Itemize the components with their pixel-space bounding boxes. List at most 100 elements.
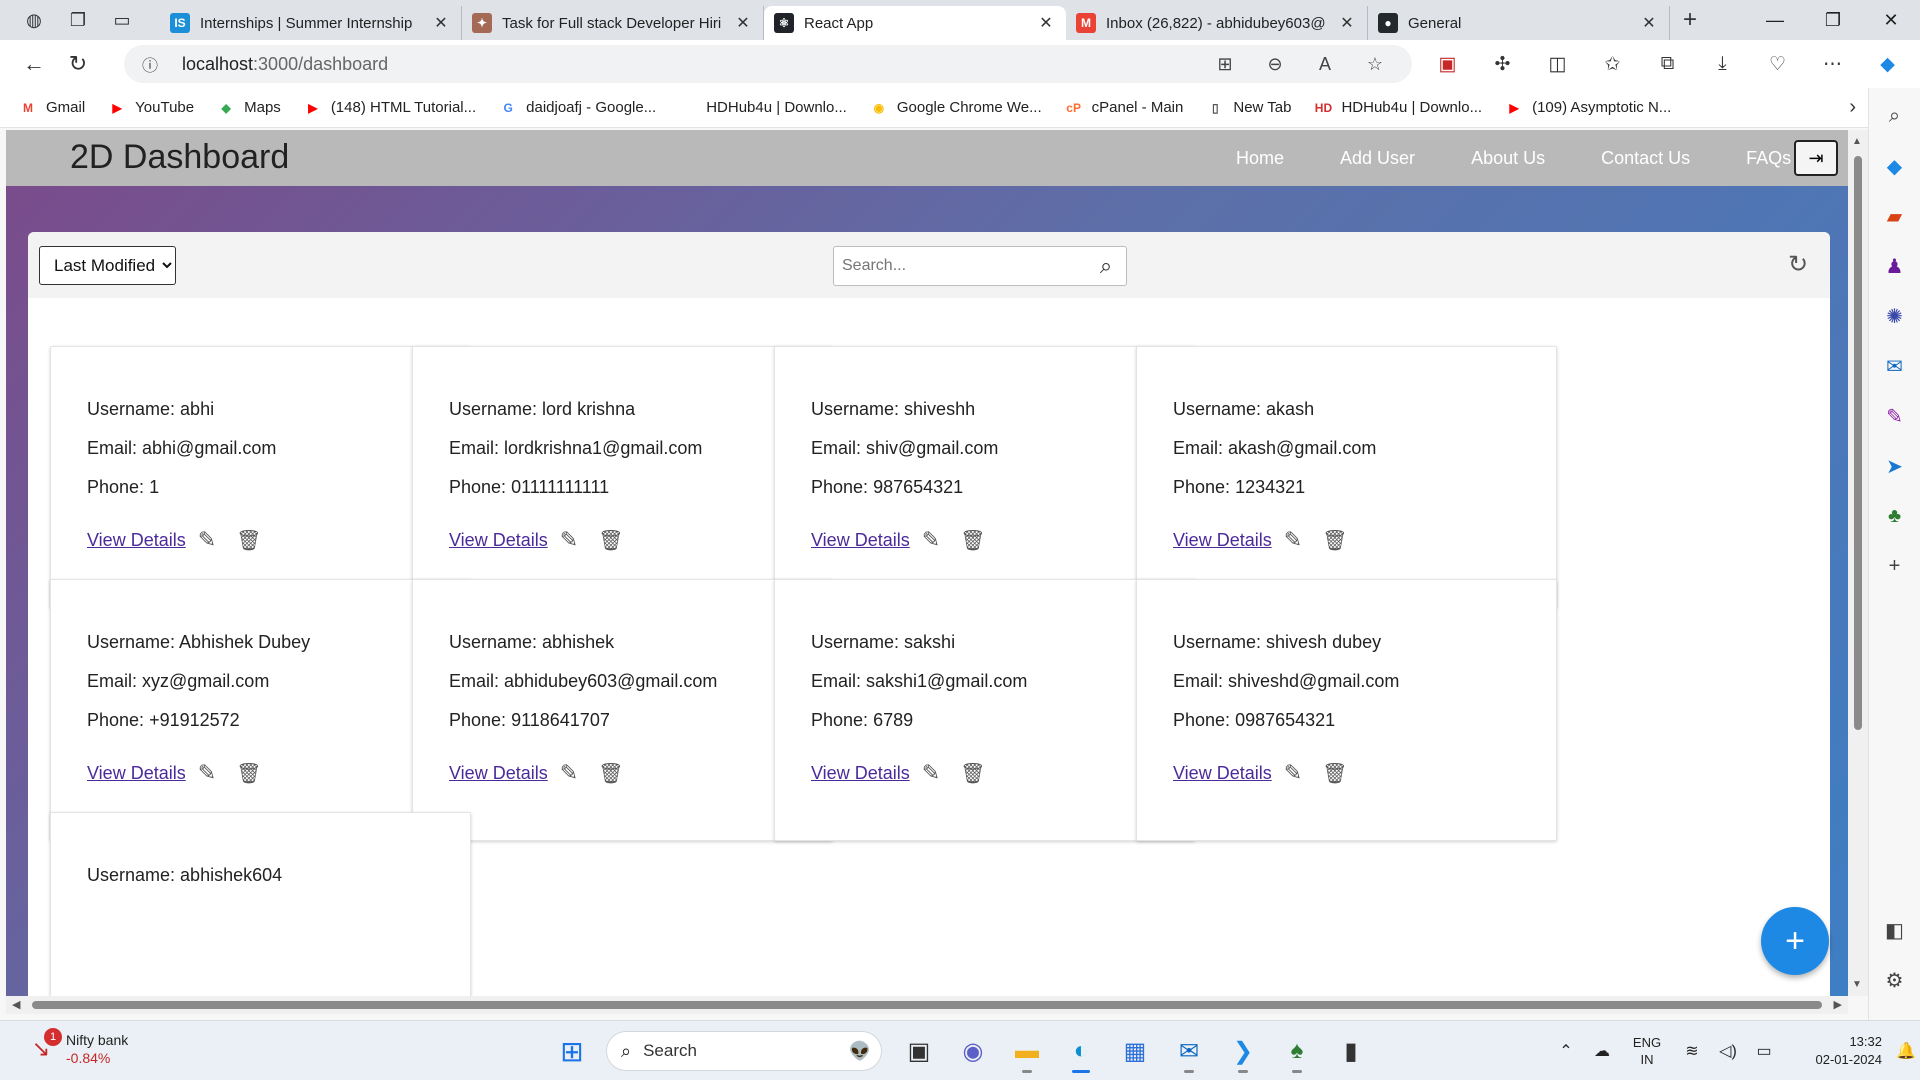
minimize-icon[interactable]: — [1746, 0, 1804, 40]
browser-tab[interactable]: ⚛ React App ✕ [764, 6, 1066, 40]
delete-trash-icon[interactable]: 🗑 [1322, 761, 1347, 786]
profile-avatar-icon[interactable]: ◍ [12, 4, 56, 36]
horizontal-scroll-thumb[interactable] [32, 1001, 1822, 1009]
sidebar-tree-icon[interactable]: ♣ [1879, 500, 1911, 532]
browser-tab[interactable]: IS Internships | Summer Internship ✕ [160, 6, 462, 40]
sidebar-settings-icon[interactable]: ⚙ [1879, 964, 1911, 996]
sidebar-designer-icon[interactable]: ✎ [1879, 400, 1911, 432]
edit-pencil-icon[interactable]: ✎ [198, 760, 216, 786]
back-icon[interactable]: ← [12, 44, 56, 84]
teams-chat-icon[interactable]: ◉ [946, 1029, 1000, 1073]
app-available-icon[interactable]: ⊞ [1200, 54, 1250, 75]
nav-add-user[interactable]: Add User [1340, 148, 1415, 169]
sort-select[interactable]: Last Modified [39, 246, 176, 285]
view-details-link[interactable]: View Details [449, 763, 548, 784]
view-details-link[interactable]: View Details [811, 763, 910, 784]
sidebar-send-icon[interactable]: ➤ [1879, 450, 1911, 482]
tab-close-icon[interactable]: ✕ [1639, 13, 1659, 33]
edit-pencil-icon[interactable]: ✎ [922, 760, 940, 786]
microsoft-store-icon[interactable]: ▦ [1108, 1029, 1162, 1073]
clock[interactable]: 13:32 02-01-2024 [1790, 1033, 1883, 1069]
browser-tab[interactable]: ✦ Task for Full stack Developer Hiri ✕ [462, 6, 764, 40]
delete-trash-icon[interactable]: 🗑 [960, 761, 985, 786]
site-info-icon[interactable]: ⓘ [142, 52, 166, 76]
view-details-link[interactable]: View Details [811, 530, 910, 551]
volume-icon[interactable]: ◁) [1710, 1041, 1746, 1061]
delete-trash-icon[interactable]: 🗑 [598, 761, 623, 786]
tab-actions-icon[interactable]: ▭ [100, 4, 144, 36]
nav-faqs[interactable]: FAQs [1746, 148, 1791, 169]
extension-red-icon[interactable]: ▣ [1420, 53, 1475, 76]
bookmark-item[interactable]: M Gmail [18, 99, 85, 116]
nav-contact-us[interactable]: Contact Us [1601, 148, 1690, 169]
battery-icon[interactable]: ▭ [1746, 1041, 1782, 1061]
bookmark-item[interactable]: Gdaidjoafj - Google... [498, 99, 656, 116]
task-view-icon[interactable]: ▣ [892, 1029, 946, 1073]
sidebar-games-icon[interactable]: ♟ [1879, 250, 1911, 282]
delete-trash-icon[interactable]: 🗑 [236, 528, 261, 553]
tab-close-icon[interactable]: ✕ [733, 13, 753, 33]
bookmark-item[interactable]: cP cPanel - Main [1064, 99, 1183, 116]
bookmarks-overflow-chevron-icon[interactable]: › [1849, 96, 1856, 119]
bookmark-item[interactable]: ▶ YouTube [107, 99, 195, 116]
scroll-down-arrow-icon[interactable]: ▼ [1852, 979, 1862, 990]
browser-tab[interactable]: ● General ✕ [1368, 6, 1670, 40]
app-brand[interactable]: 2D Dashboard [70, 138, 289, 177]
nav-home[interactable]: Home [1236, 148, 1284, 169]
downloads-icon[interactable]: ⤓ [1695, 53, 1750, 75]
scroll-up-arrow-icon[interactable]: ▲ [1852, 136, 1862, 147]
new-tab-button[interactable]: + [1670, 6, 1710, 34]
sidebar-outlook-icon[interactable]: ✉ [1879, 350, 1911, 382]
address-bar[interactable]: ⓘ localhost:3000/dashboard ⊞ ⊖ A ☆ [124, 45, 1412, 83]
stock-widget[interactable]: ↘ 1 Nifty bank -0.84% [24, 1028, 128, 1067]
language-indicator[interactable]: ENG IN [1620, 1034, 1674, 1068]
edit-pencil-icon[interactable]: ✎ [1284, 760, 1302, 786]
outlook-icon[interactable]: ✉ [1162, 1029, 1216, 1073]
sidebar-add-icon[interactable]: + [1879, 550, 1911, 582]
notification-bell-icon[interactable]: 🔔 [1888, 1041, 1920, 1061]
horizontal-scrollbar[interactable]: ◀ ▶ [6, 996, 1848, 1014]
tab-close-icon[interactable]: ✕ [1337, 13, 1357, 33]
terminal-icon[interactable]: ▮ [1324, 1029, 1378, 1073]
logout-button[interactable]: ⇥ [1794, 140, 1838, 176]
edit-pencil-icon[interactable]: ✎ [922, 527, 940, 553]
taskbar-search[interactable]: ⌕ Search 👽 [606, 1031, 882, 1071]
reload-icon[interactable]: ↻ [56, 44, 100, 84]
scroll-left-arrow-icon[interactable]: ◀ [12, 998, 20, 1011]
workspaces-icon[interactable]: ❐ [56, 4, 100, 36]
tab-close-icon[interactable]: ✕ [1036, 13, 1056, 33]
close-window-icon[interactable]: ✕ [1862, 0, 1920, 40]
sidebar-copilot-icon[interactable]: ✺ [1879, 300, 1911, 332]
bookmark-item[interactable]: HDHub4u | Downlo... [678, 99, 847, 116]
bookmark-item[interactable]: ▶ (109) Asymptotic N... [1504, 99, 1671, 116]
wifi-icon[interactable]: ≋ [1674, 1041, 1710, 1061]
view-details-link[interactable]: View Details [1173, 763, 1272, 784]
bookmark-item[interactable]: ▯ New Tab [1205, 99, 1291, 116]
view-details-link[interactable]: View Details [449, 530, 548, 551]
address-url[interactable]: localhost:3000/dashboard [182, 54, 388, 75]
sidebar-search-icon[interactable]: ⌕ [1879, 100, 1911, 132]
copilot-icon[interactable]: ◆ [1860, 53, 1915, 76]
search-input[interactable] [834, 248, 1086, 284]
read-aloud-icon[interactable]: A [1300, 54, 1350, 75]
bookmark-item[interactable]: ▶ (148) HTML Tutorial... [303, 99, 476, 116]
mongodb-compass-icon[interactable]: ♠ [1270, 1029, 1324, 1073]
split-screen-icon[interactable]: ◫ [1530, 53, 1585, 76]
favorite-star-icon[interactable]: ☆ [1350, 54, 1400, 75]
file-explorer-icon[interactable]: ▬ [1000, 1029, 1054, 1073]
edit-pencil-icon[interactable]: ✎ [198, 527, 216, 553]
edit-pencil-icon[interactable]: ✎ [1284, 527, 1302, 553]
vertical-scroll-thumb[interactable] [1854, 156, 1862, 730]
onedrive-icon[interactable]: ☁ [1584, 1041, 1620, 1061]
sidebar-tools-icon[interactable]: ▰ [1879, 200, 1911, 232]
nav-about-us[interactable]: About Us [1471, 148, 1545, 169]
tray-overflow-chevron-icon[interactable]: ⌃ [1548, 1041, 1584, 1061]
extensions-icon[interactable]: ✣ [1475, 53, 1530, 76]
bookmark-item[interactable]: ◉ Google Chrome We... [869, 99, 1042, 116]
search-icon[interactable]: ⌕ [1086, 253, 1126, 279]
vertical-scrollbar[interactable]: ▲ ▼ [1848, 130, 1868, 996]
browser-tab[interactable]: M Inbox (26,822) - abhidubey603@ ✕ [1066, 6, 1368, 40]
view-details-link[interactable]: View Details [87, 763, 186, 784]
zoom-icon[interactable]: ⊖ [1250, 54, 1300, 75]
edge-browser-icon[interactable]: ◐ [1054, 1029, 1108, 1073]
